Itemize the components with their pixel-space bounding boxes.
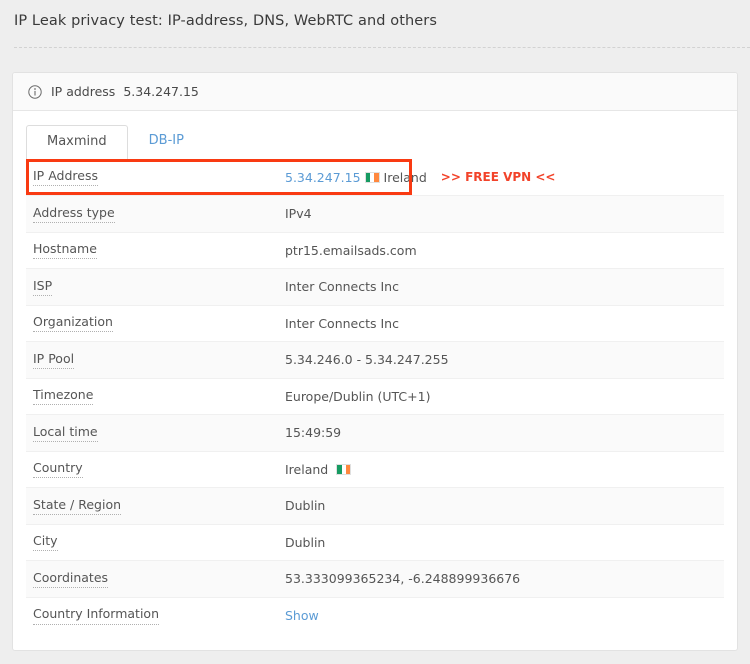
table-row: IP Address 5.34.247.15 Ireland >> FREE V… <box>26 159 724 196</box>
page-title: IP Leak privacy test: IP-address, DNS, W… <box>14 13 438 29</box>
ip-address-value-cell: 5.34.247.15 Ireland >> FREE VPN << <box>285 170 724 185</box>
row-label-timezone[interactable]: Timezone <box>33 387 94 406</box>
row-label-hostname[interactable]: Hostname <box>33 241 97 260</box>
row-value-city: Dublin <box>285 534 326 550</box>
row-label-ip-pool[interactable]: IP Pool <box>33 351 75 369</box>
table-row: City Dublin <box>26 524 724 561</box>
ireland-flag-icon <box>336 463 352 475</box>
row-label-ip-address[interactable]: IP Address <box>33 168 98 187</box>
table-row: ISP Inter Connects Inc <box>26 268 724 306</box>
ip-details-table: IP Address 5.34.247.15 Ireland >> FREE V… <box>26 159 724 634</box>
row-label-local-time[interactable]: Local time <box>33 424 98 442</box>
table-row: Timezone Europe/Dublin (UTC+1) <box>26 378 724 415</box>
free-vpn-link[interactable]: >> FREE VPN << <box>441 170 556 184</box>
row-value-country: Ireland <box>285 461 329 477</box>
row-value-coordinates: 53.333099365234, -6.248899936676 <box>285 571 521 587</box>
table-row: Organization Inter Connects Inc <box>26 305 724 342</box>
tab-db-ip[interactable]: DB-IP <box>128 124 205 159</box>
database-tabs: Maxmind DB-IP <box>26 123 724 160</box>
row-value-organization: Inter Connects Inc <box>285 315 399 331</box>
row-label-city[interactable]: City <box>33 533 58 552</box>
row-label-state-region[interactable]: State / Region <box>33 497 122 515</box>
page-header: IP Leak privacy test: IP-address, DNS, W… <box>0 0 750 48</box>
header-divider <box>14 47 750 48</box>
row-value-timezone: Europe/Dublin (UTC+1) <box>285 388 431 404</box>
info-circle-icon <box>28 84 42 99</box>
table-row: Coordinates 53.333099365234, -6.24889993… <box>26 560 724 598</box>
ip-details-table-wrap: IP Address 5.34.247.15 Ireland >> FREE V… <box>26 159 724 634</box>
table-row: Hostname ptr15.emailsads.com <box>26 232 724 269</box>
table-row: Country Information Show <box>26 597 724 634</box>
table-row: Address type IPv4 <box>26 195 724 233</box>
ip-address-link[interactable]: 5.34.247.15 <box>285 170 361 185</box>
row-label-isp[interactable]: ISP <box>33 278 53 296</box>
panel-header-label: IP address 5.34.247.15 <box>51 84 199 99</box>
table-row: Local time 15:49:59 <box>26 414 724 452</box>
table-row: IP Pool 5.34.246.0 - 5.34.247.255 <box>26 341 724 379</box>
ip-address-header-value: 5.34.247.15 <box>123 84 199 99</box>
row-label-country[interactable]: Country <box>33 460 83 479</box>
row-value-address-type: IPv4 <box>285 206 312 222</box>
ip-address-country: Ireland <box>383 169 427 185</box>
row-label-country-information[interactable]: Country Information <box>33 606 159 625</box>
row-value-state-region: Dublin <box>285 498 326 514</box>
table-row: State / Region Dublin <box>26 487 724 525</box>
row-value-local-time: 15:49:59 <box>285 425 342 441</box>
row-value-hostname: ptr15.emailsads.com <box>285 242 417 258</box>
row-label-coordinates[interactable]: Coordinates <box>33 570 109 588</box>
row-value-ip-pool: 5.34.246.0 - 5.34.247.255 <box>285 352 449 368</box>
show-country-information-link[interactable]: Show <box>285 608 319 623</box>
panel-header: IP address 5.34.247.15 <box>13 73 737 111</box>
ireland-flag-icon <box>364 171 380 183</box>
table-row: Country Ireland <box>26 451 724 488</box>
tab-maxmind[interactable]: Maxmind <box>26 125 128 160</box>
ip-info-panel: IP address 5.34.247.15 Maxmind DB-IP IP A… <box>12 72 738 651</box>
row-label-address-type[interactable]: Address type <box>33 205 115 223</box>
ip-address-label: IP address <box>51 84 116 99</box>
panel-body: Maxmind DB-IP IP Address 5.34.247.15 Ire… <box>13 111 737 650</box>
row-label-organization[interactable]: Organization <box>33 314 113 333</box>
row-value-isp: Inter Connects Inc <box>285 279 399 295</box>
